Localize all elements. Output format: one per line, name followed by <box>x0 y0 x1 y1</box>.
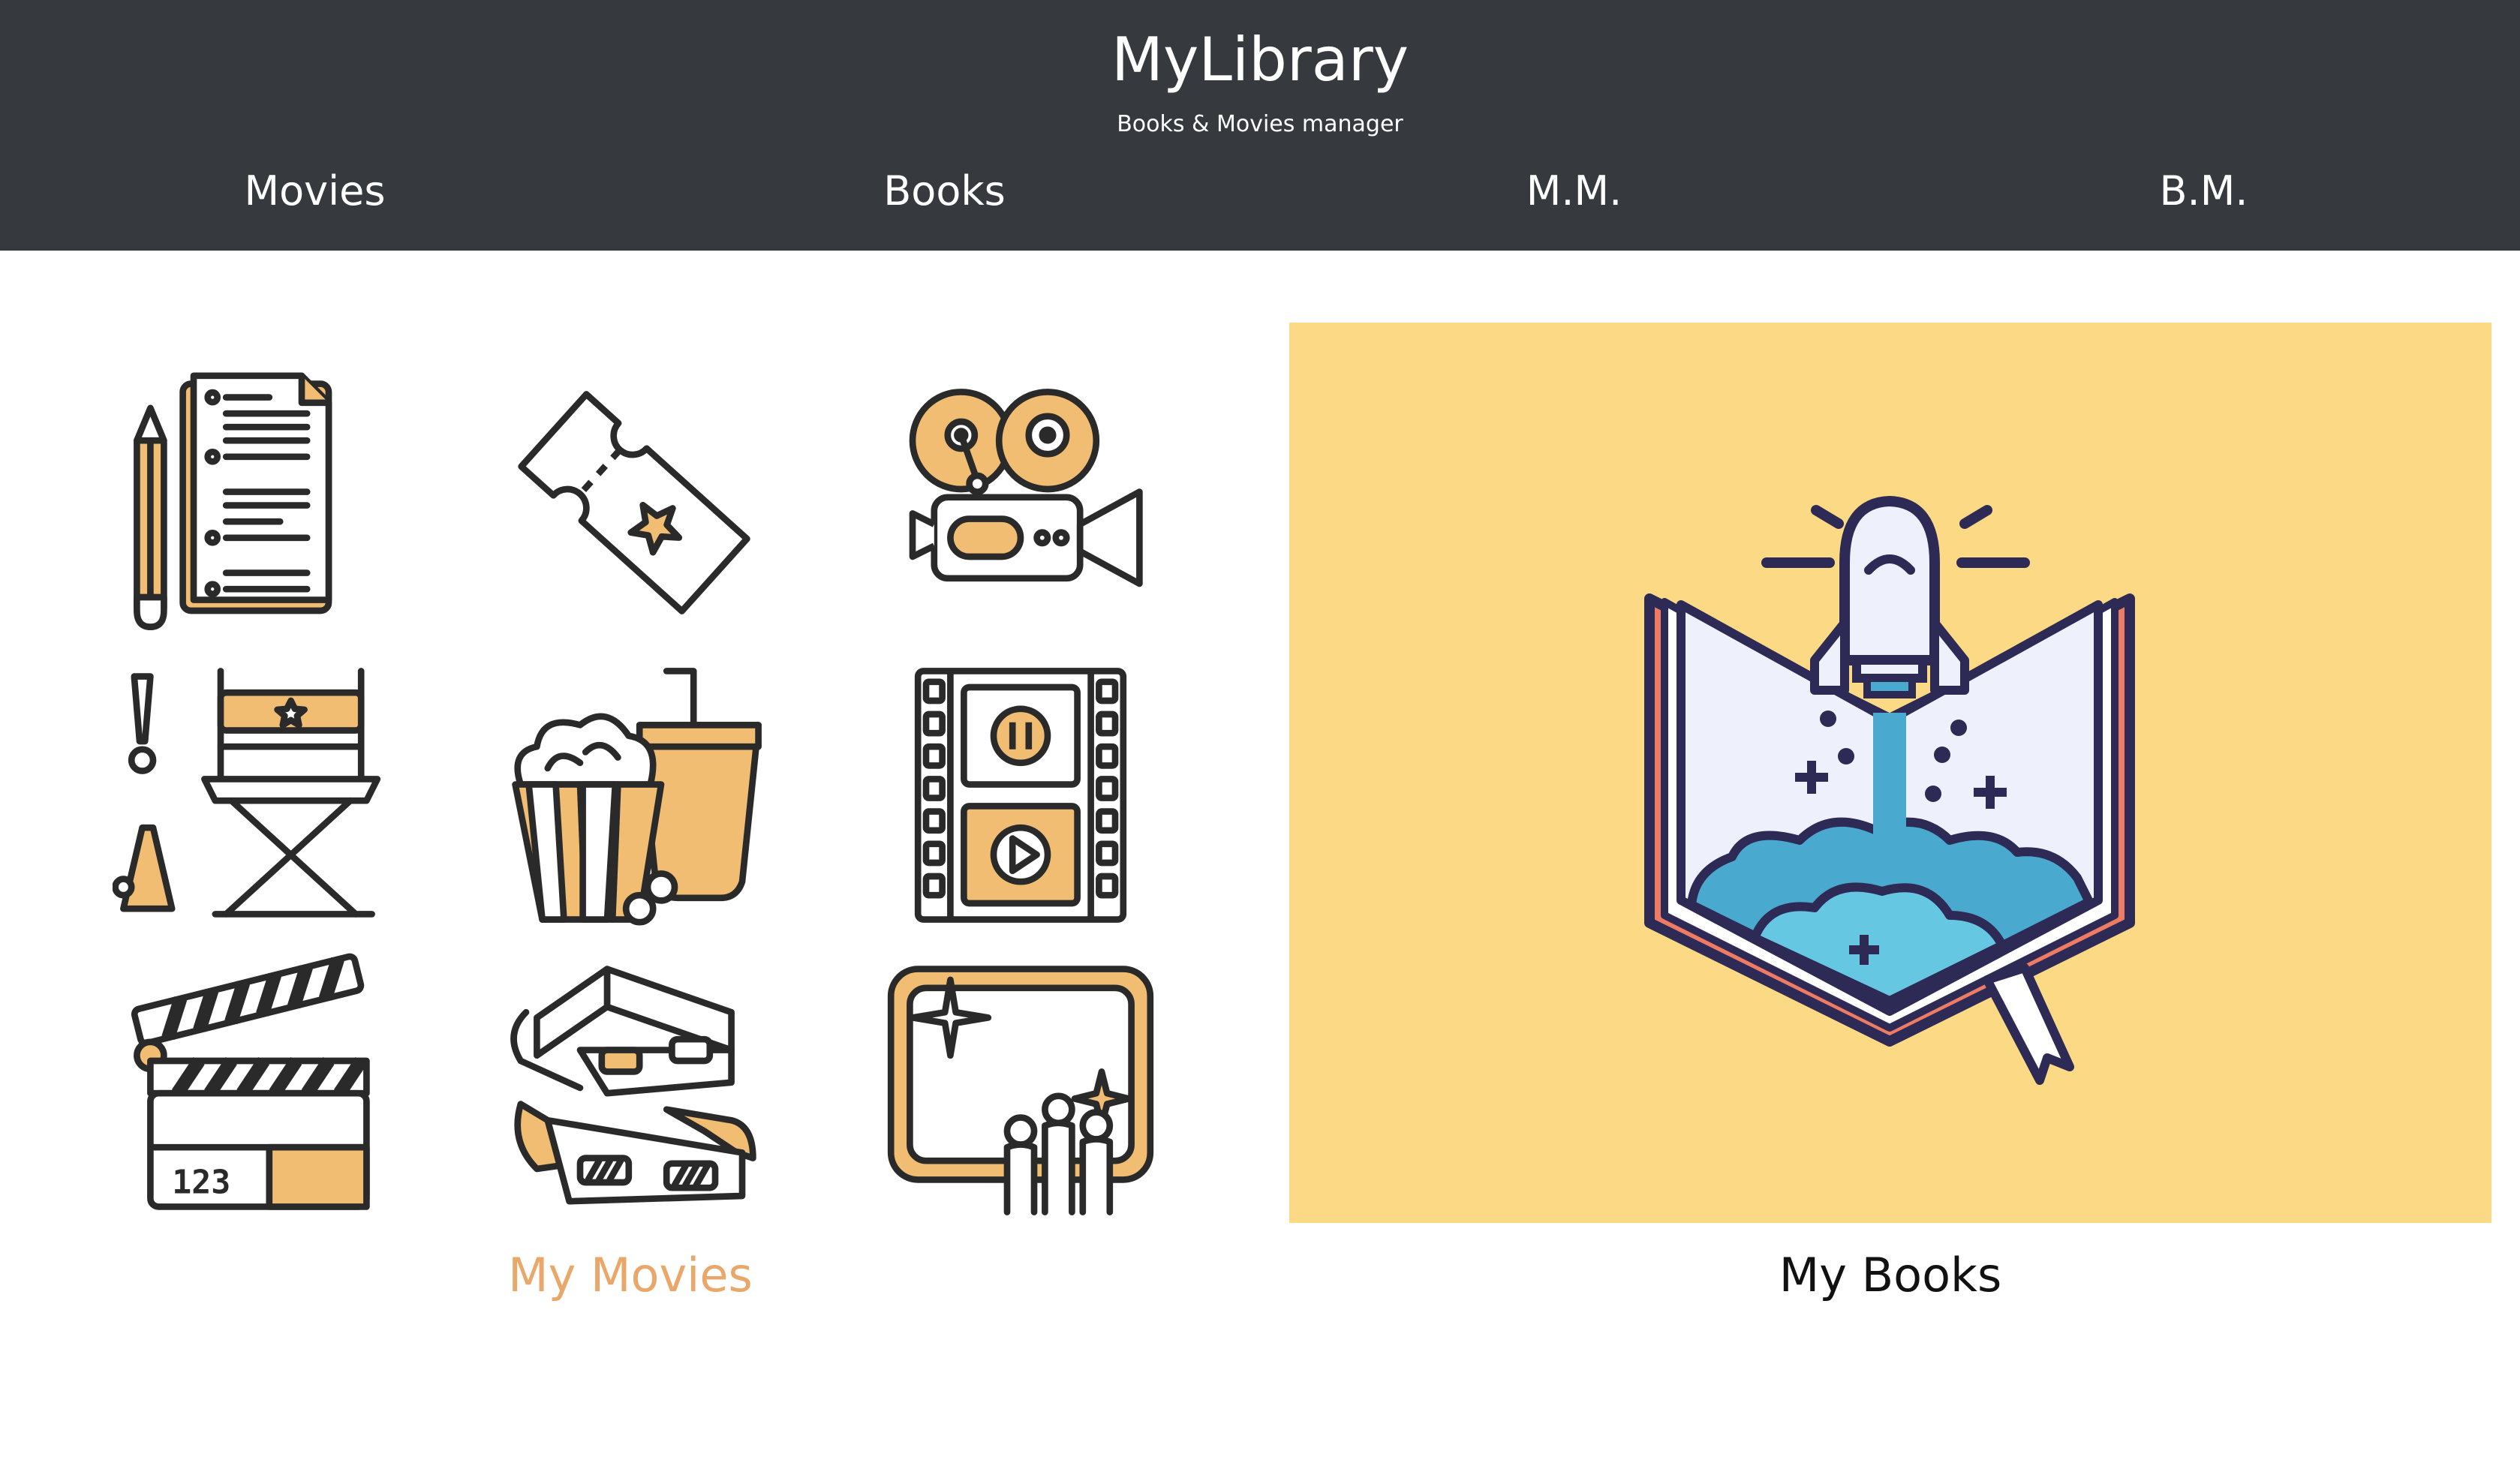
nav-item-movies[interactable]: Movies <box>0 158 630 225</box>
svg-text:123: 123 <box>172 1164 230 1201</box>
film-strip-icon <box>886 660 1156 930</box>
popcorn-and-drink-icon <box>499 660 769 930</box>
my-books-link[interactable]: My Books <box>1289 1245 2491 1305</box>
app-title: MyLibrary <box>1111 25 1409 95</box>
cinema-screen-audience-icon <box>886 953 1156 1223</box>
clapperboard-icon: 123 <box>113 953 383 1223</box>
script-and-pencil-icon <box>113 368 383 638</box>
app-subtitle: Books & Movies manager <box>1117 111 1403 137</box>
movie-camera-icon <box>886 368 1156 638</box>
3d-glasses-icon <box>499 953 769 1223</box>
nav-item-mm[interactable]: M.M. <box>1259 158 1889 225</box>
nav-item-books[interactable]: Books <box>630 158 1259 225</box>
director-chair-icon <box>113 660 383 930</box>
book-rocket-icon <box>1644 496 2135 1085</box>
app-header: MyLibrary Books & Movies manager Movies … <box>0 0 2520 251</box>
my-movies-link[interactable]: My Movies <box>0 1245 1261 1305</box>
movies-card-image[interactable]: 123 <box>113 368 1156 1215</box>
main-nav: Movies Books M.M. B.M. <box>0 158 2520 225</box>
ticket-icon <box>499 368 769 638</box>
nav-item-bm[interactable]: B.M. <box>1889 158 2518 225</box>
books-card-image[interactable] <box>1289 323 2491 1223</box>
